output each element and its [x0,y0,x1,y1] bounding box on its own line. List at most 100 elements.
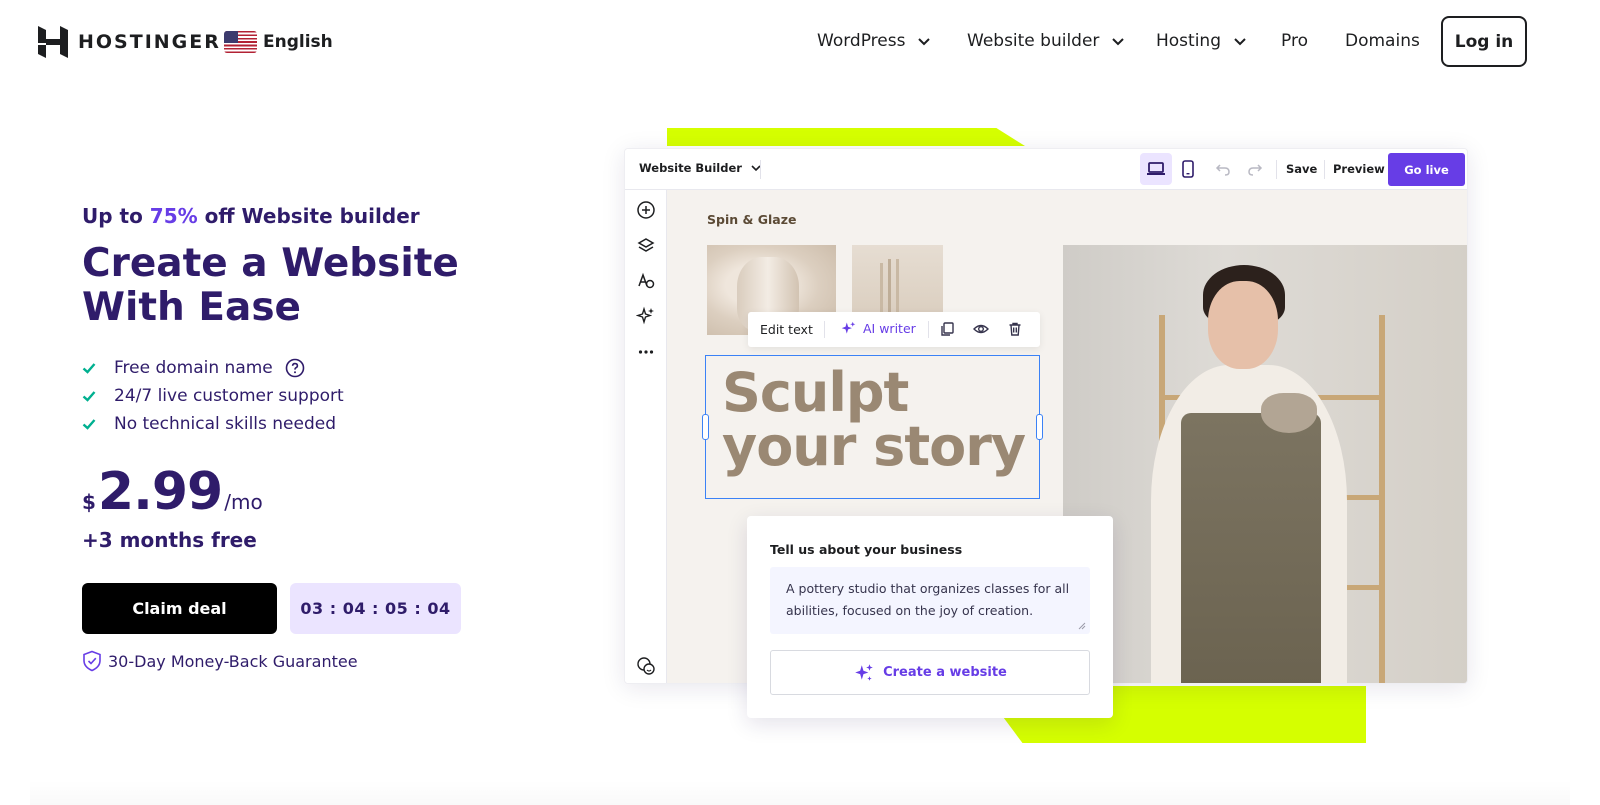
promo-suffix: off Website builder [197,204,420,228]
nav-pro-label: Pro [1281,31,1308,51]
toolbar-divider [928,321,929,338]
feature-label: No technical skills needed [114,414,337,434]
toolbar-divider [824,321,825,338]
eye-icon[interactable] [973,321,989,337]
section-divider-shadow [30,780,1570,805]
guarantee-label: 30-Day Money-Back Guarantee [108,651,358,671]
toolbar-divider [760,160,761,179]
headline-selection[interactable]: Sculpt your story [702,355,1043,499]
ai-tools-icon[interactable] [636,306,656,326]
promo-highlight: 75% [149,204,198,228]
chevron-down-icon [1234,38,1246,46]
check-icon [82,419,96,430]
toolbar-divider [1324,160,1325,179]
price-currency: $ [82,490,96,514]
check-icon [82,391,96,402]
headline-line: Sculpt [722,361,909,424]
hero-title: Create a Website With Ease [82,241,459,330]
hostinger-logo-icon [38,26,68,58]
nav-hosting[interactable]: Hosting [1156,31,1247,51]
countdown-timer: 03 : 04 : 05 : 04 [290,583,461,634]
price: $ 2.99 /mo [82,462,263,522]
feature-item: 24/7 live customer support [82,382,344,410]
builder-sidebar [625,190,667,683]
check-icon [82,363,96,374]
business-prompt-card: Tell us about your business A pottery st… [747,516,1113,718]
language-label: English [263,32,333,52]
save-button[interactable]: Save [1286,162,1317,176]
hostinger-logo[interactable]: HOSTINGER [38,26,221,58]
money-back-guarantee: 30-Day Money-Back Guarantee [82,650,358,672]
mobile-view-button[interactable] [1172,153,1204,185]
layers-icon[interactable] [636,236,656,256]
clay-bowl [1261,393,1317,433]
feature-label: 24/7 live customer support [114,386,344,406]
nav-pro[interactable]: Pro [1281,31,1308,51]
promo-prefix: Up to [82,204,150,228]
shield-check-icon [83,650,101,672]
more-icon[interactable] [636,342,656,362]
duplicate-icon[interactable] [939,321,955,337]
logo-text: HOSTINGER [78,31,221,53]
sparkle-icon [841,321,856,334]
ai-writer-button[interactable]: AI writer [840,320,916,337]
promo-text: Up to 75% off Website builder [82,204,420,228]
claim-deal-button[interactable]: Claim deal [82,583,277,634]
nav-website-builder-label: Website builder [967,31,1100,51]
chat-support-icon[interactable] [636,656,656,676]
chevron-down-icon [918,38,931,46]
builder-toolbar: Website Builder Save Preview Go live [625,149,1467,190]
price-amount: 2.99 [97,462,223,522]
nav-domains-label: Domains [1345,31,1420,51]
business-prompt-label: Tell us about your business [770,542,963,557]
help-circle-icon[interactable] [285,358,305,378]
add-element-icon[interactable] [636,200,656,220]
site-header: HOSTINGER English WordPress Website buil… [0,0,1600,86]
feature-label: Free domain name [114,358,273,378]
nav-domains[interactable]: Domains [1345,31,1420,51]
edit-text-button[interactable]: Edit text [760,322,813,337]
business-description-input[interactable]: A pottery studio that organizes classes … [770,567,1090,634]
us-flag-icon [224,31,257,53]
create-website-button[interactable]: Create a website [770,650,1090,695]
trash-icon[interactable] [1007,321,1023,337]
feature-item: No technical skills needed [82,410,344,438]
go-live-button[interactable]: Go live [1388,153,1465,186]
accent-shape-top [667,128,1025,146]
desktop-view-button[interactable] [1140,153,1172,185]
text-edit-toolbar: Edit text AI writer [748,312,1040,347]
ai-writer-label: AI writer [863,321,916,336]
resize-handle-left[interactable] [702,414,709,440]
site-headline[interactable]: Sculpt your story [722,361,1026,478]
person-apron [1181,413,1321,683]
feature-list: Free domain name 24/7 live customer supp… [82,354,344,438]
potter-photo [1063,245,1467,683]
builder-menu[interactable]: Website Builder [639,161,762,175]
nav-website-builder[interactable]: Website builder [967,31,1125,51]
sparkle-icon [855,663,873,681]
person-face [1208,281,1278,369]
textarea-resize-icon[interactable] [1078,622,1086,630]
nav-wordpress[interactable]: WordPress [817,31,931,51]
login-button[interactable]: Log in [1441,16,1527,67]
preview-button[interactable]: Preview [1333,162,1385,176]
business-description-text: A pottery studio that organizes classes … [786,581,1070,618]
builder-title: Website Builder [639,161,742,175]
nav-wordpress-label: WordPress [817,31,906,51]
mobile-icon [1182,160,1194,178]
redo-icon[interactable] [1247,161,1263,177]
language-selector[interactable]: English [224,31,333,53]
site-name: Spin & Glaze [707,212,797,227]
headline-line: your story [722,415,1026,478]
feature-item: Free domain name [82,354,344,382]
toolbar-divider [1276,160,1277,179]
create-website-label: Create a website [883,665,1007,680]
price-period: /mo [224,490,263,514]
styles-icon[interactable] [636,271,656,291]
resize-handle-right[interactable] [1036,414,1043,440]
bonus-text: +3 months free [82,528,257,552]
nav-hosting-label: Hosting [1156,31,1221,51]
chevron-down-icon [1112,38,1125,46]
undo-icon[interactable] [1215,161,1231,177]
laptop-icon [1147,162,1165,175]
